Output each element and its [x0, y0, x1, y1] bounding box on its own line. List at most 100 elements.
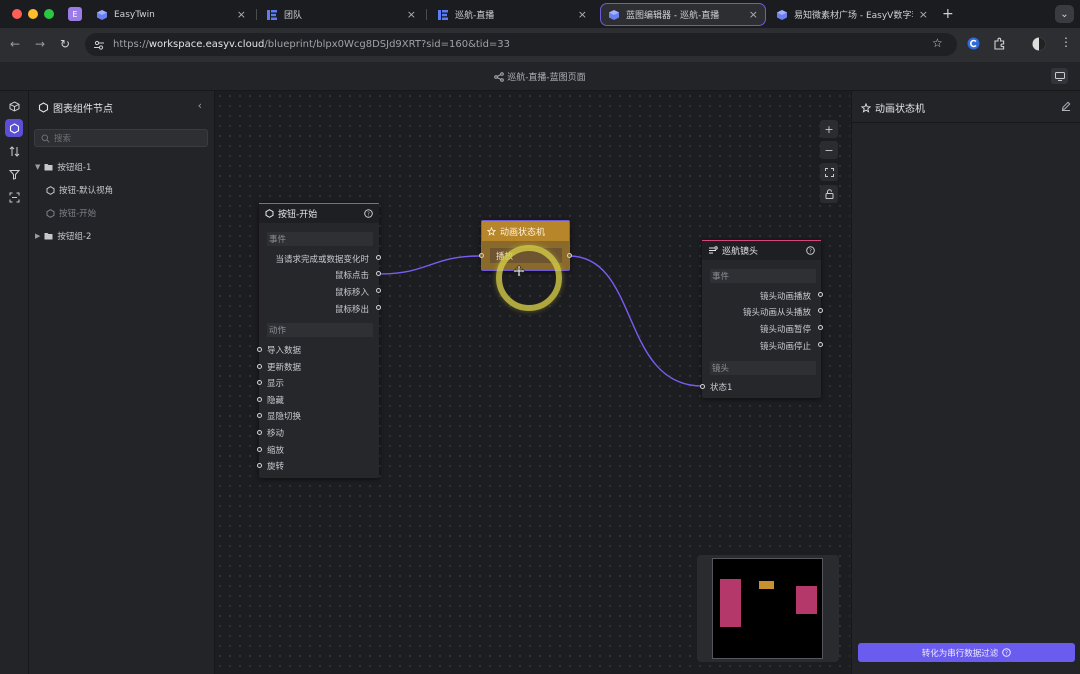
zoom-in-button[interactable]: +: [820, 120, 838, 138]
input-port[interactable]: [257, 397, 262, 402]
zoom-out-button[interactable]: −: [820, 141, 838, 159]
output-port[interactable]: [376, 255, 381, 260]
input-port[interactable]: [479, 253, 484, 258]
caret-down-icon[interactable]: ▼: [35, 163, 40, 171]
strip-scan-button[interactable]: [5, 188, 23, 206]
output-port[interactable]: [567, 253, 572, 258]
tree-folder-item[interactable]: ▶ 按钮组-2: [35, 230, 91, 242]
preview-screen-button[interactable]: [1051, 68, 1068, 84]
bookmark-star-icon[interactable]: ☆: [932, 36, 943, 50]
profile-badge[interactable]: E: [68, 7, 82, 21]
camera-state-label: 状态1: [710, 383, 733, 393]
event-port-label: 鼠标点击: [334, 271, 369, 281]
new-tab-button[interactable]: +: [942, 6, 954, 22]
strip-logic-button[interactable]: [5, 142, 23, 160]
output-port[interactable]: [818, 292, 823, 297]
output-port[interactable]: [818, 342, 823, 347]
lock-canvas-button[interactable]: [820, 185, 838, 203]
more-menu-icon[interactable]: ⋮: [1060, 35, 1072, 49]
extensions-puzzle-icon[interactable]: [993, 37, 1006, 50]
easytwin-logo-icon: [608, 9, 620, 21]
strip-components-button[interactable]: [5, 97, 23, 115]
svg-text:?: ?: [809, 249, 812, 255]
event-port-label: 当请求完成或数据变化时: [275, 255, 369, 265]
profile-avatar-icon[interactable]: [1032, 37, 1046, 51]
browser-tab[interactable]: 团队 ×: [258, 3, 424, 26]
node-button-start[interactable]: 按钮-开始 ? 事件 当请求完成或数据变化时 鼠标点击 鼠标移入 鼠标移出 动作…: [257, 203, 381, 478]
strip-filter-button[interactable]: [5, 165, 23, 183]
easyv-logo-icon: [266, 9, 278, 21]
input-port[interactable]: [257, 463, 262, 468]
tab-search-button[interactable]: ⌄: [1055, 5, 1074, 23]
left-tool-strip: [0, 91, 29, 674]
minimap-viewport[interactable]: [712, 558, 823, 659]
minimap[interactable]: [697, 555, 839, 662]
unlock-icon: [825, 189, 834, 199]
output-port[interactable]: [376, 288, 381, 293]
strip-nodes-button[interactable]: [5, 119, 23, 137]
section-label: 事件: [267, 232, 373, 246]
close-tab-icon[interactable]: ×: [919, 8, 928, 21]
node-header[interactable]: 巡航镜头 ?: [702, 240, 821, 260]
minimize-window-button[interactable]: [28, 9, 38, 19]
close-tab-icon[interactable]: ×: [237, 8, 246, 21]
input-port[interactable]: [700, 384, 705, 389]
close-tab-icon[interactable]: ×: [749, 8, 758, 21]
section-label: 镜头: [710, 361, 816, 375]
fit-view-button[interactable]: [820, 163, 838, 181]
convert-to-serial-filter-button[interactable]: 转化为串行数据过滤 ?: [858, 643, 1075, 662]
tree-folder-item[interactable]: ▼ 按钮组-1: [35, 161, 91, 173]
properties-panel: 动画状态机 转化为串行数据过滤 ?: [851, 91, 1080, 674]
caret-right-icon[interactable]: ▶: [35, 232, 40, 240]
hexagon-icon: [46, 185, 55, 195]
help-circle-icon[interactable]: ?: [806, 246, 815, 255]
section-label: 事件: [710, 269, 816, 283]
site-settings-icon[interactable]: [93, 39, 105, 51]
forward-arrow-icon[interactable]: →: [35, 37, 45, 51]
output-port[interactable]: [818, 325, 823, 330]
address-bar[interactable]: https://workspace.easyv.cloud/blueprint/…: [85, 33, 957, 56]
action-port-label: 导入数据: [267, 346, 302, 356]
easytwin-logo-icon: [96, 9, 108, 21]
input-port[interactable]: [257, 447, 262, 452]
url-text: https://workspace.easyv.cloud/blueprint/…: [113, 39, 511, 50]
tree-component-item[interactable]: 按钮-默认视角: [46, 184, 113, 196]
maximize-window-button[interactable]: [44, 9, 54, 19]
input-port[interactable]: [257, 413, 262, 418]
close-tab-icon[interactable]: ×: [578, 8, 587, 21]
reload-icon[interactable]: ↻: [60, 37, 70, 51]
filter-icon: [8, 169, 20, 180]
node-header[interactable]: 动画状态机: [482, 221, 569, 241]
back-arrow-icon[interactable]: ←: [10, 37, 20, 51]
collapse-panel-icon[interactable]: ‹: [198, 99, 202, 112]
input-port[interactable]: [257, 364, 262, 369]
input-port[interactable]: [257, 380, 262, 385]
output-port[interactable]: [818, 308, 823, 313]
editor-header: 巡航-直播-蓝图页面: [0, 62, 1080, 91]
browser-tab[interactable]: 巡航-直播 ×: [429, 3, 595, 26]
browser-tab[interactable]: 易知微素材广场 - EasyV数字孪 ×: [768, 3, 936, 26]
extension-logo-icon[interactable]: [967, 37, 980, 50]
input-port[interactable]: [257, 347, 262, 352]
close-tab-icon[interactable]: ×: [407, 8, 416, 21]
output-port[interactable]: [376, 305, 381, 310]
tree-component-item[interactable]: 按钮-开始: [46, 207, 96, 219]
star-icon: [487, 226, 496, 236]
hexagon-icon: [46, 208, 55, 218]
browser-tab[interactable]: EasyTwin ×: [88, 3, 254, 26]
help-circle-icon: ?: [1002, 648, 1012, 657]
move-cursor-icon: [513, 265, 525, 277]
edit-pencil-icon[interactable]: [1061, 101, 1071, 111]
node-cruise-camera[interactable]: 巡航镜头 ? 事件 镜头动画播放 镜头动画从头播放 镜头动画暂停 镜头动画停止 …: [700, 240, 823, 398]
output-port[interactable]: [376, 271, 381, 276]
search-input[interactable]: 搜索: [34, 129, 208, 147]
help-circle-icon[interactable]: ?: [364, 209, 373, 218]
close-window-button[interactable]: [12, 9, 22, 19]
node-header[interactable]: 按钮-开始 ?: [259, 203, 379, 223]
star-icon: [861, 102, 871, 113]
section-label: 动作: [267, 323, 373, 337]
easytwin-logo-icon: [776, 9, 788, 21]
hexagon-icon: [9, 122, 20, 134]
browser-tab-active[interactable]: 蓝图编辑器 - 巡航-直播 ×: [600, 3, 766, 26]
input-port[interactable]: [257, 430, 262, 435]
